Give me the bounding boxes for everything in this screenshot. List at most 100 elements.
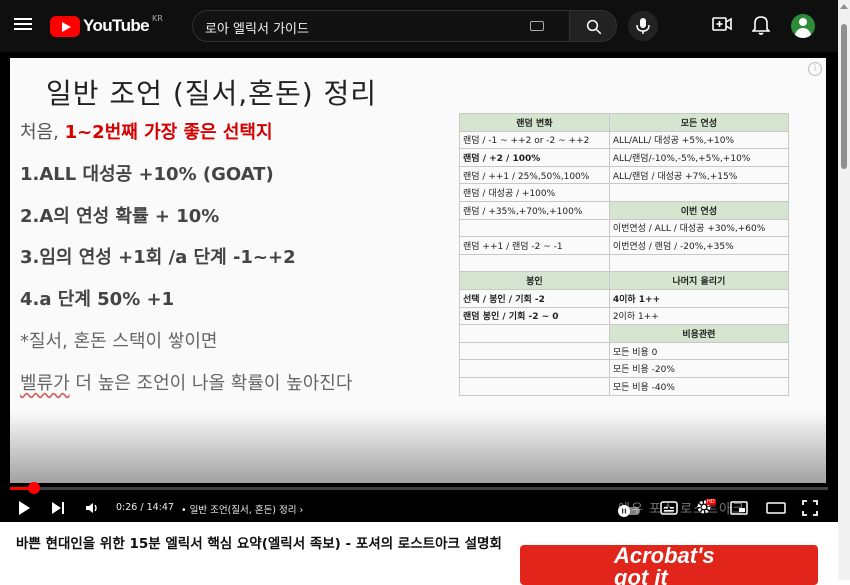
avatar-icon[interactable] bbox=[791, 14, 815, 38]
player-controls: 0:26 / 14:47 • 일반 조언(질서, 혼돈) 정리 › 예우 포스 … bbox=[0, 496, 838, 522]
autoplay-toggle-icon bbox=[618, 505, 640, 517]
table-cell bbox=[608, 253, 790, 273]
point-3: 3.임의 연성 +1회 /a 단계 -1~+2 bbox=[20, 247, 296, 268]
search-input[interactable] bbox=[205, 17, 525, 37]
bell-icon bbox=[751, 16, 771, 35]
table-row: 랜덤 / +2 / 100% ALL/랜덤/-10%,-5%,+5%,+10% bbox=[459, 148, 790, 167]
video-title: 바쁜 현대인을 위한 15분 엘릭서 핵심 요약(엘릭서 족보) - 포셔의 로… bbox=[16, 536, 502, 552]
table-row: 랜덤 / 대성공 / +100% bbox=[459, 183, 790, 202]
table-cell: 모든 비용 0 bbox=[608, 341, 790, 361]
miniplayer-button[interactable] bbox=[730, 500, 748, 519]
progress-scrubber[interactable] bbox=[27, 482, 40, 494]
table-cell: 비용관련 bbox=[608, 324, 790, 343]
table-cell: 이번연성 / 랜덤 / -20%,+35% bbox=[608, 236, 790, 255]
table-cell: 랜덤 / 대성공 / +100% bbox=[459, 183, 610, 202]
voice-search-button[interactable] bbox=[628, 11, 658, 41]
table-cell: 랜덤 변화 bbox=[459, 113, 610, 132]
table-cell: 이번연성 / ALL / 대성공 +30%,+60% bbox=[608, 218, 790, 238]
ad-banner[interactable]: Acrobat's got it bbox=[520, 545, 818, 585]
search-icon bbox=[586, 19, 602, 35]
search-box bbox=[192, 10, 570, 42]
table-row: 랜덤 봉인 / 기회 -2 ~ 0 2이하 1++ bbox=[459, 306, 790, 326]
note-1: *질서, 혼돈 스택이 쌓이면 bbox=[20, 331, 218, 352]
volume-icon bbox=[86, 503, 97, 513]
play-button[interactable] bbox=[16, 500, 32, 520]
logo-region: KR bbox=[152, 13, 163, 23]
time-display: 0:26 / 14:47 bbox=[116, 502, 174, 513]
table-cell: 봉인 bbox=[459, 271, 610, 290]
fullscreen-button[interactable] bbox=[802, 500, 818, 520]
subtitles-icon bbox=[660, 501, 678, 515]
table-cell: 선택 / 봉인 / 기회 -2 bbox=[459, 288, 610, 308]
fullscreen-icon bbox=[802, 500, 818, 516]
table-cell bbox=[459, 218, 610, 238]
table-cell: 랜덤 / -1 ~ ++2 or -2 ~ ++2 bbox=[459, 130, 610, 150]
intro-highlight: 1~2번째 가장 좋은 선택지 bbox=[64, 122, 273, 143]
table-cell: 랜덤 / +2 / 100% bbox=[459, 148, 610, 167]
next-button[interactable] bbox=[50, 500, 66, 520]
table-cell: 2이하 1++ bbox=[608, 306, 790, 326]
table-cell: 모든 비용 -20% bbox=[608, 359, 790, 378]
table-cell: 랜덤 ++1 / 랜덤 -2 ~ -1 bbox=[459, 236, 610, 255]
slide-title: 일반 조언 (질서,혼돈) 정리 bbox=[46, 77, 378, 110]
search-button[interactable] bbox=[569, 10, 617, 42]
table-cell: 모든 비용 -40% bbox=[608, 376, 790, 396]
table-cell bbox=[459, 359, 610, 378]
table-row: 모든 비용 -40% bbox=[459, 376, 790, 396]
theater-icon bbox=[766, 502, 786, 514]
scroll-thumb[interactable] bbox=[841, 24, 847, 169]
table-cell: 모든 연성 bbox=[608, 113, 790, 132]
youtube-logo[interactable]: YouTube KR bbox=[50, 14, 163, 38]
table-cell: 랜덤 / ++1 / 25%,50%,100% bbox=[459, 165, 610, 185]
table-row bbox=[459, 253, 790, 273]
create-icon bbox=[712, 17, 732, 31]
progress-bar[interactable] bbox=[10, 482, 828, 494]
table-row: 모든 비용 0 bbox=[459, 341, 790, 361]
chapter-title[interactable]: • 일반 조언(질서, 혼돈) 정리 › bbox=[181, 502, 303, 516]
play-icon bbox=[19, 501, 30, 515]
youtube-logo-icon bbox=[50, 15, 80, 37]
info-icon[interactable]: i bbox=[808, 62, 822, 76]
ad-text: Acrobat's got it bbox=[614, 545, 715, 585]
note-2: 벨류가 더 높은 조언이 나올 확률이 높아진다 bbox=[20, 369, 352, 395]
table-cell: 4이하 1++ bbox=[608, 288, 790, 308]
autoplay-toggle[interactable] bbox=[618, 502, 642, 521]
note-2-underlined: 벨류가 bbox=[20, 373, 70, 394]
table-row: 모든 비용 -20% bbox=[459, 359, 790, 378]
table-cell: 나머지 올리기 bbox=[608, 271, 790, 290]
keyboard-icon[interactable] bbox=[530, 21, 544, 31]
table-row: 봉인 나머지 올리기 bbox=[459, 271, 790, 290]
mic-icon bbox=[636, 18, 650, 34]
volume-button[interactable] bbox=[84, 500, 100, 520]
table-cell bbox=[459, 253, 610, 273]
table-cell: 랜덤 / +35%,+70%,+100% bbox=[459, 200, 610, 220]
table-row: 선택 / 봉인 / 기회 -2 4이하 1++ bbox=[459, 288, 790, 308]
advice-table: 랜덤 변화 모든 연성 랜덤 / -1 ~ ++2 or -2 ~ ++2 ALL/A… bbox=[459, 113, 790, 396]
create-button[interactable] bbox=[712, 16, 732, 36]
subtitles-button[interactable] bbox=[660, 500, 678, 519]
notifications-button[interactable] bbox=[751, 15, 771, 39]
point-1: 1.ALL 대성공 +10% (GOAT) bbox=[20, 164, 274, 185]
menu-icon[interactable] bbox=[14, 15, 34, 35]
point-2: 2.A의 연성 확률 + 10% bbox=[20, 206, 220, 227]
table-cell: ALL/랜덤/-10%,-5%,+5%,+10% bbox=[608, 148, 790, 167]
intro-line: 처음, 1~2번째 가장 좋은 선택지 bbox=[20, 118, 273, 144]
table-row: 랜덤 ++1 / 랜덤 -2 ~ -1 이번연성 / 랜덤 / -20%,+35% bbox=[459, 236, 790, 255]
table-row: 이번연성 / ALL / 대성공 +30%,+60% bbox=[459, 218, 790, 238]
logo-text: YouTube bbox=[83, 16, 150, 35]
table-cell bbox=[459, 324, 610, 343]
miniplayer-icon bbox=[730, 501, 748, 515]
table-row: 랜덤 / -1 ~ ++2 or -2 ~ ++2 ALL/ALL/ 대성공 +5… bbox=[459, 130, 790, 150]
table-cell: ALL/랜덤 / 대성공 +7%,+15% bbox=[608, 165, 790, 185]
table-cell bbox=[459, 341, 610, 361]
table-row: 랜덤 / ++1 / 25%,50%,100% ALL/랜덤 / 대성공 +7%,… bbox=[459, 165, 790, 185]
intro-prefix: 처음, bbox=[20, 122, 65, 143]
video-player[interactable]: i 일반 조언 (질서,혼돈) 정리 처음, 1~2번째 가장 좋은 선택지 1… bbox=[0, 52, 838, 522]
table-cell: 랜덤 봉인 / 기회 -2 ~ 0 bbox=[459, 306, 610, 326]
table-row: 랜덤 변화 모든 연성 bbox=[459, 113, 790, 132]
settings-button[interactable]: HD bbox=[696, 499, 716, 519]
top-bar: YouTube KR bbox=[0, 0, 850, 52]
scroll-up-arrow-icon[interactable] bbox=[840, 4, 848, 9]
theater-mode-button[interactable] bbox=[766, 500, 786, 519]
page-scrollbar[interactable] bbox=[838, 0, 850, 580]
